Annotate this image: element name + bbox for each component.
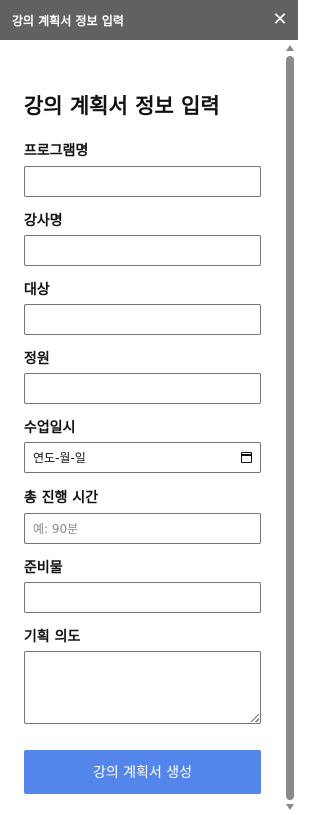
dialog-titlebar: 강의 계획서 정보 입력 ✕ — [0, 0, 298, 40]
scroll-down-arrow-icon[interactable] — [286, 804, 294, 810]
scrollbar-thumb[interactable] — [286, 56, 294, 800]
materials-input[interactable] — [24, 582, 261, 613]
program-input[interactable] — [24, 166, 261, 197]
scroll-up-arrow-icon[interactable] — [286, 45, 294, 51]
intent-textarea[interactable] — [24, 651, 261, 724]
duration-label: 총 진행 시간 — [24, 490, 99, 506]
class-date-label: 수업일시 — [24, 420, 76, 436]
capacity-input[interactable] — [24, 373, 261, 404]
scrollbar[interactable] — [285, 40, 296, 815]
instructor-input[interactable] — [24, 235, 261, 266]
program-label: 프로그램명 — [24, 143, 89, 159]
dialog-title: 강의 계획서 정보 입력 — [12, 13, 124, 28]
materials-label: 준비물 — [24, 560, 63, 576]
audience-input[interactable] — [24, 304, 261, 335]
duration-input[interactable] — [24, 513, 261, 544]
audience-label: 대상 — [24, 282, 50, 298]
resize-grip-icon[interactable] — [251, 714, 259, 722]
page-title: 강의 계획서 정보 입력 — [24, 94, 220, 118]
generate-button[interactable]: 강의 계획서 생성 — [24, 750, 261, 794]
class-date-value: 연도-월-일 — [33, 451, 86, 465]
instructor-label: 강사명 — [24, 213, 63, 229]
calendar-icon[interactable] — [241, 452, 252, 463]
intent-label: 기획 의도 — [24, 629, 81, 645]
class-date-input[interactable]: 연도-월-일 — [24, 442, 261, 473]
close-icon[interactable]: ✕ — [270, 11, 290, 29]
capacity-label: 정원 — [24, 351, 50, 367]
